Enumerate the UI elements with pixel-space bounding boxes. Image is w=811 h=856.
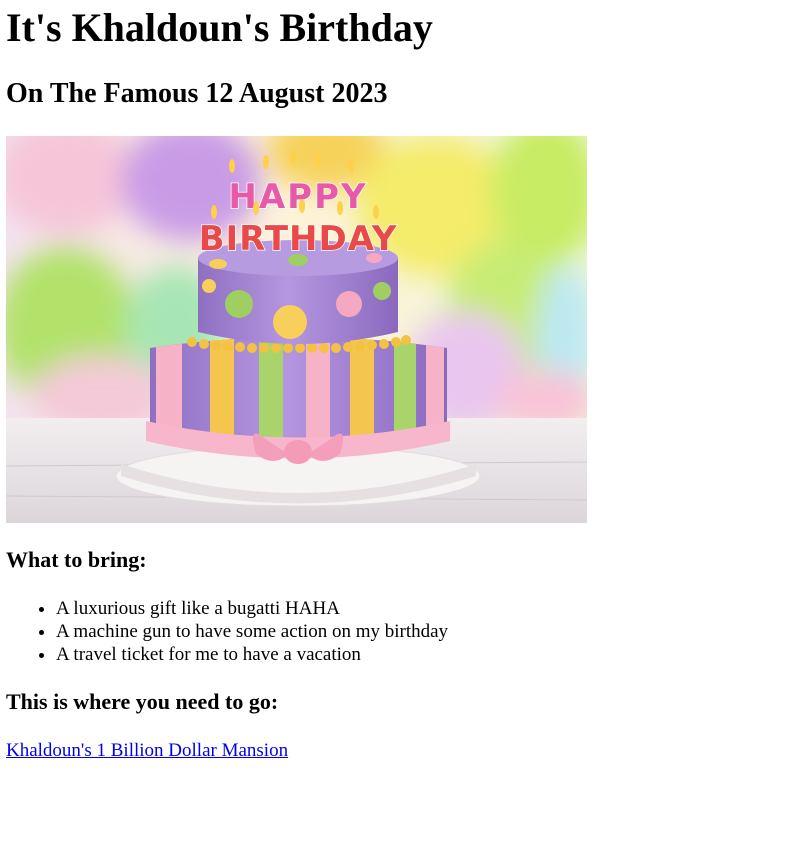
location-heading: This is where you need to go: xyxy=(6,689,279,714)
page-title: It's Khaldoun's Birthday xyxy=(6,5,433,50)
bring-list: A luxurious gift like a bugatti HAHA A m… xyxy=(16,597,448,666)
page-subtitle: On The Famous 12 August 2023 xyxy=(6,78,388,109)
list-item: A machine gun to have some action on my … xyxy=(56,620,448,643)
bring-heading: What to bring: xyxy=(6,547,147,572)
cake-candles-happy: HAPPY xyxy=(228,177,367,217)
cake-candles-birthday: BIRTHDAY xyxy=(199,219,398,259)
page: It's Khaldoun's Birthday On The Famous 1… xyxy=(0,0,811,856)
birthday-cake-image: HAPPY BIRTHDAY xyxy=(6,136,587,523)
mansion-link[interactable]: Khaldoun's 1 Billion Dollar Mansion xyxy=(6,739,288,762)
list-item: A luxurious gift like a bugatti HAHA xyxy=(56,597,448,620)
list-item: A travel ticket for me to have a vacatio… xyxy=(56,643,448,666)
